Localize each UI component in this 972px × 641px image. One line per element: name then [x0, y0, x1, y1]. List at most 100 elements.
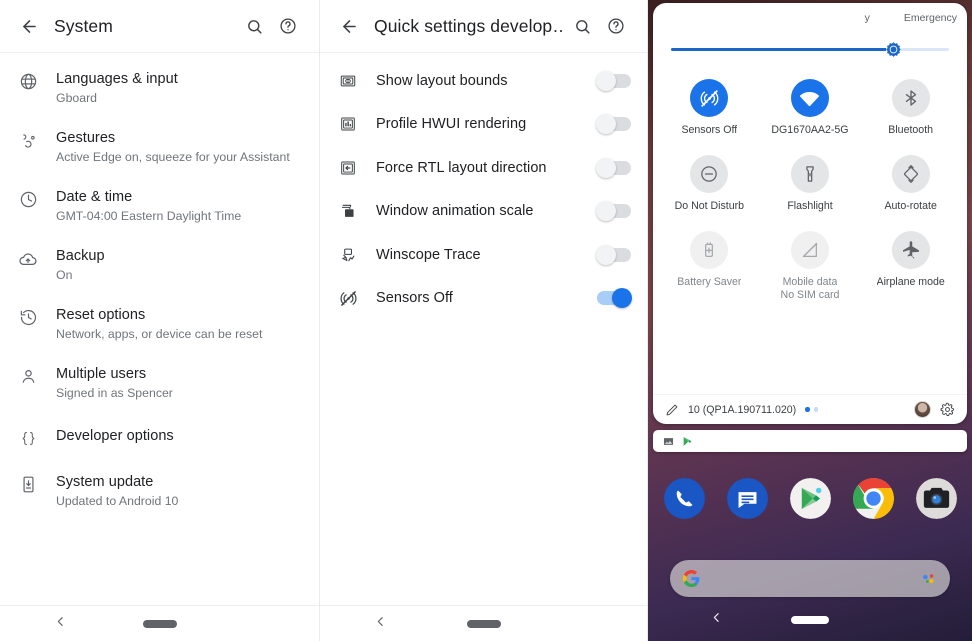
messages-app-icon[interactable]: [726, 478, 768, 519]
toggle-label: Sensors Off: [376, 290, 453, 307]
google-search-widget[interactable]: [670, 560, 950, 597]
toggle-row-profile-hwui[interactable]: Profile HWUI rendering: [320, 103, 647, 147]
toggle-row-window-animation-scale[interactable]: Window animation scale: [320, 190, 647, 234]
notification-strip[interactable]: [653, 430, 967, 452]
arrow-back-icon[interactable]: [334, 11, 364, 41]
search-icon[interactable]: [565, 9, 599, 43]
toggle-row-sensors-off[interactable]: Sensors Off: [320, 277, 647, 321]
quick-settings-footer: 10 (QP1A.190711.020): [653, 394, 967, 424]
toggle-row-force-rtl[interactable]: Force RTL layout direction: [320, 146, 647, 190]
slider-fill: [671, 48, 894, 51]
wifi-icon: [790, 79, 829, 117]
toggle-switch[interactable]: [596, 114, 631, 135]
sensors-off-icon: [320, 289, 376, 308]
row-title: Gestures: [56, 130, 116, 146]
qs-tile-mobile-data[interactable]: Mobile data No SIM card: [760, 225, 861, 312]
settings-row-multiple-users[interactable]: Multiple users Signed in as Spencer: [0, 354, 319, 413]
brightness-control: [653, 33, 967, 59]
mid-phone-panel: Quick settings develop… Show layout boun…: [320, 0, 648, 641]
home-pill[interactable]: [466, 619, 501, 628]
mobile-data-icon: [790, 231, 829, 269]
home-pill[interactable]: [791, 616, 829, 624]
qs-tile-airplane-mode[interactable]: Airplane mode: [860, 225, 961, 312]
toggle-switch[interactable]: [596, 157, 631, 178]
page-title: Quick settings develop…: [374, 15, 565, 36]
row-subtitle: On: [56, 268, 73, 282]
flashlight-icon: [790, 155, 829, 193]
globe-icon: [0, 70, 56, 91]
left-phone-panel: System Languages & input Gboard Gestures…: [0, 0, 320, 641]
qs-tile-label: Mobile data: [782, 276, 838, 288]
row-title: Reset options: [56, 307, 146, 323]
qs-tile-battery-saver[interactable]: Battery Saver: [659, 225, 760, 312]
system-update-icon: [0, 473, 56, 494]
page-dot: [813, 407, 819, 412]
qs-tile-label: Flashlight: [787, 200, 833, 212]
settings-row-reset-options[interactable]: Reset options Network, apps, or device c…: [0, 295, 319, 354]
cloud-backup-icon: [0, 247, 56, 269]
toggle-row-winscope-trace[interactable]: Winscope Trace: [320, 233, 647, 277]
row-title: Languages & input: [56, 71, 178, 87]
build-number-label: 10 (QP1A.190711.020): [688, 403, 797, 416]
quick-settings-tiles: Sensors Off DG1670AA2-5G Bluetooth Do No…: [653, 59, 967, 312]
brightness-slider[interactable]: [671, 39, 949, 59]
home-pill[interactable]: [142, 619, 177, 628]
qs-tile-wifi[interactable]: DG1670AA2-5G: [760, 73, 861, 147]
settings-row-system-update[interactable]: System update Updated to Android 10: [0, 462, 319, 521]
qs-tile-bluetooth[interactable]: Bluetooth: [860, 73, 961, 147]
history-icon: [0, 306, 56, 327]
bluetooth-icon: [891, 79, 930, 117]
qs-tile-auto-rotate[interactable]: Auto-rotate: [860, 149, 961, 223]
qs-tile-sensors-off[interactable]: Sensors Off: [659, 73, 760, 147]
row-title: System update: [56, 474, 154, 490]
toggle-switch[interactable]: [597, 288, 632, 309]
assistant-icon[interactable]: [920, 570, 937, 587]
row-title: Multiple users: [56, 366, 147, 382]
phone-app-icon[interactable]: [663, 478, 705, 519]
chrome-app-icon[interactable]: [852, 478, 894, 519]
search-icon[interactable]: [237, 9, 271, 43]
settings-row-backup[interactable]: Backup On: [0, 236, 319, 295]
camera-app-icon[interactable]: [915, 478, 957, 519]
nav-back-icon[interactable]: [374, 615, 387, 633]
help-icon[interactable]: [599, 9, 633, 43]
nav-back-icon[interactable]: [54, 615, 67, 633]
toggle-switch[interactable]: [596, 70, 631, 91]
toggle-row-show-layout-bounds[interactable]: Show layout bounds: [320, 59, 647, 103]
row-subtitle: Updated to Android 10: [56, 494, 179, 508]
nav-back-icon[interactable]: [710, 611, 723, 629]
settings-row-languages[interactable]: Languages & input Gboard: [0, 59, 319, 118]
toggle-switch[interactable]: [596, 201, 631, 222]
status-bar-left-text: y: [864, 12, 870, 24]
emergency-label[interactable]: Emergency: [904, 12, 957, 24]
person-icon: [0, 365, 56, 386]
qs-tile-label: Do Not Disturb: [674, 200, 745, 212]
help-icon[interactable]: [271, 9, 305, 43]
left-appbar: System: [0, 0, 319, 52]
qs-tile-label: Battery Saver: [677, 276, 742, 288]
play-store-icon: [682, 436, 693, 447]
gear-icon[interactable]: [940, 402, 955, 417]
phone-screen: y Emergency Sensors Off DG1670AA2-5G Blu…: [648, 0, 972, 641]
qs-tile-label: Bluetooth: [888, 124, 934, 136]
toggle-label: Winscope Trace: [376, 246, 481, 263]
play-store-app-icon[interactable]: [789, 478, 831, 519]
avatar[interactable]: [914, 401, 931, 418]
brightness-icon[interactable]: [885, 41, 902, 58]
qs-tile-label: Auto-rotate: [884, 200, 937, 212]
toggle-switch[interactable]: [596, 244, 631, 265]
qs-tile-label: Airplane mode: [876, 276, 945, 288]
qs-tile-label: DG1670AA2-5G: [771, 124, 849, 136]
pencil-icon[interactable]: [665, 403, 679, 417]
arrow-back-icon[interactable]: [14, 11, 44, 41]
right-phone-panel: y Emergency Sensors Off DG1670AA2-5G Blu…: [648, 0, 972, 641]
sensors-off-icon: [690, 79, 729, 117]
settings-row-date-time[interactable]: Date & time GMT-04:00 Eastern Daylight T…: [0, 177, 319, 236]
settings-row-developer-options[interactable]: Developer options: [0, 413, 319, 462]
left-navbar: [0, 605, 319, 641]
qs-tile-flashlight[interactable]: Flashlight: [760, 149, 861, 223]
qs-tile-do-not-disturb[interactable]: Do Not Disturb: [659, 149, 760, 223]
app-dock: [648, 478, 972, 519]
page-indicator-dots: [805, 407, 819, 412]
settings-row-gestures[interactable]: Gestures Active Edge on, squeeze for you…: [0, 118, 319, 177]
